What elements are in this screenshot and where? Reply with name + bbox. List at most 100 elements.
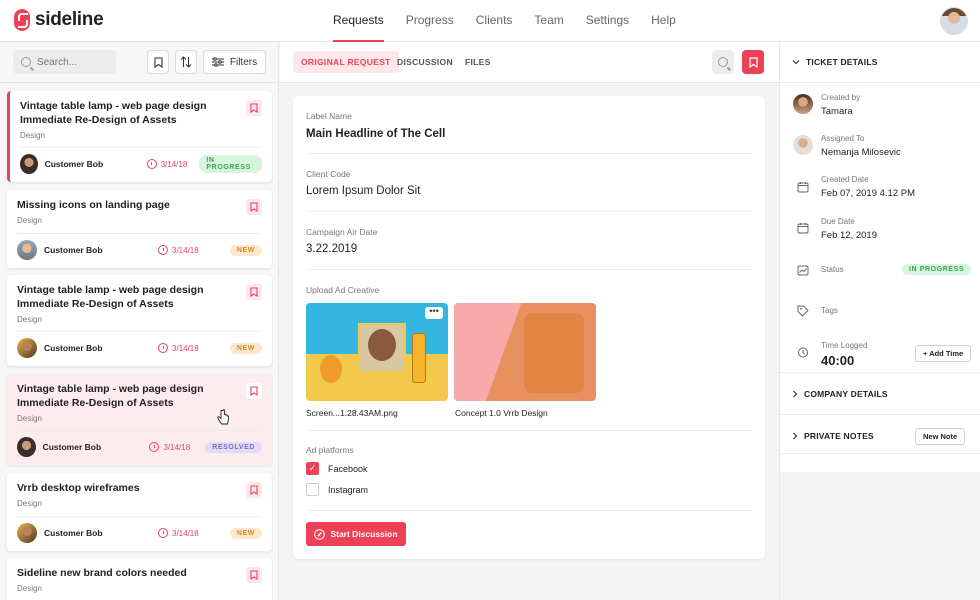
ticket-card[interactable]: Vrrb desktop wireframes Design Customer … [7,473,272,551]
ticket-details-header[interactable]: TICKET DETAILS [792,57,878,67]
ticket-card[interactable]: Vintage table lamp - web page design Imm… [7,275,272,366]
start-discussion-button[interactable]: Start Discussion [306,522,406,546]
tab-files[interactable]: FILES [457,51,499,73]
bookmark-icon[interactable] [246,284,262,300]
ticket-category: Design [20,131,45,140]
ticket-category: Design [17,414,42,423]
platform-option-instagram[interactable]: Instagram [306,483,368,496]
ticket-title: Vintage table lamp - web page design Imm… [17,284,204,310]
bookmark-icon[interactable] [246,199,262,215]
nav-help[interactable]: Help [651,0,676,42]
ticket-category: Design [17,499,42,508]
ticket-card[interactable]: Vintage table lamp - web page design Imm… [7,374,272,465]
bookmark-icon [153,56,163,68]
checkbox-checked[interactable]: ✓ [306,462,319,475]
created-by-label: Created by [821,93,861,102]
created-date-label: Created Date [821,175,869,184]
assigned-value: Nemanja Milosevic [821,147,901,158]
search-box[interactable] [13,50,116,74]
user-avatar[interactable] [940,7,968,35]
platform-option-facebook[interactable]: ✓ Facebook [306,462,368,475]
due-date-value: Feb 12, 2019 [821,230,877,241]
detail-tabs: ORIGINAL REQUEST DISCUSSION FILES [280,42,779,83]
ticket-date: 3/14/18 [146,159,200,169]
sort-button[interactable] [175,50,197,74]
time-logged-label: Time Logged [821,341,868,350]
nav-requests[interactable]: Requests [333,0,384,42]
nav-progress[interactable]: Progress [406,0,454,42]
creative-thumbnail[interactable]: ••• [306,303,448,401]
logo[interactable]: sideline [14,9,104,31]
divider [20,147,262,148]
hand-cursor-icon [217,409,229,425]
list-toolbar: Filters [0,42,278,83]
ticket-footer: Customer Bob 3/14/18 IN PROGRESS [20,154,262,174]
timer-icon [793,342,813,362]
tag-icon [793,301,813,321]
search-input[interactable] [37,56,107,68]
add-time-button[interactable]: + Add Time [915,345,972,362]
divider [17,233,262,234]
bookmark-icon[interactable] [246,383,262,399]
private-notes-header[interactable]: PRIVATE NOTES [792,431,874,441]
more-options-icon[interactable]: ••• [425,307,443,319]
start-discussion-label: Start Discussion [330,529,398,539]
new-note-button[interactable]: New Note [915,428,966,445]
calendar-icon [793,218,813,238]
creative-thumbnail[interactable] [454,303,596,401]
date-text: 3/14/18 [172,245,199,255]
request-detail-panel: ORIGINAL REQUEST DISCUSSION FILES Label … [280,42,779,600]
chevron-right-icon [793,432,798,440]
ticket-card[interactable]: Vintage table lamp - web page design Imm… [7,91,272,182]
customer-avatar [17,437,36,457]
company-details-header[interactable]: COMPANY DETAILS [792,389,888,399]
divider [306,211,752,212]
divider [306,510,752,511]
customer-name: Customer Bob [44,159,104,169]
search-button[interactable] [712,50,734,74]
bookmark-icon[interactable] [246,100,262,116]
bottle-shape [412,333,426,383]
status-badge: NEW [229,244,262,256]
status-badge: NEW [229,342,262,354]
tab-discussion[interactable]: DISCUSSION [389,51,461,73]
status-badge: IN PROGRESS [199,155,262,173]
edit-icon [314,528,326,540]
ticket-date: 3/14/18 [149,442,205,452]
divider [780,414,980,415]
bookmark-filter-button[interactable] [147,50,169,74]
alarm-clock-icon [149,442,160,452]
due-date-label: Due Date [821,217,855,226]
label-name-label: Label Name [306,111,352,121]
creator-avatar [793,94,813,114]
chevron-right-icon [793,390,798,398]
created-by-value: Tamara [821,106,853,117]
customer-avatar [17,523,37,543]
calendar-icon [793,177,813,197]
app-name: sideline [35,9,104,30]
date-text: 3/14/18 [172,528,199,538]
divider [306,269,752,270]
sideline-logo-icon [14,9,30,31]
time-logged-value: 40:00 [821,353,855,368]
divider [780,453,980,454]
label-name-value: Main Headline of The Cell [306,128,446,140]
tab-original-request[interactable]: ORIGINAL REQUEST [293,51,399,73]
status-badge: NEW [229,527,262,539]
bookmark-button[interactable] [742,50,764,74]
ticket-card[interactable]: Sideline new brand colors needed Design [7,558,272,600]
nav-clients[interactable]: Clients [476,0,513,42]
status-badge: IN PROGRESS [902,264,972,275]
divider [306,430,752,431]
nav-settings[interactable]: Settings [586,0,629,42]
platform-name: Facebook [328,463,368,474]
ticket-category: Design [17,216,42,225]
bookmark-icon[interactable] [246,482,262,498]
filters-button[interactable]: Filters [203,50,266,74]
customer-name: Customer Bob [42,442,102,452]
ticket-category: Design [17,315,42,324]
bookmark-icon[interactable] [246,567,262,583]
ticket-card[interactable]: Missing icons on landing page Design Cus… [7,190,272,268]
checkbox-unchecked[interactable] [306,483,319,496]
nav-team[interactable]: Team [534,0,563,42]
